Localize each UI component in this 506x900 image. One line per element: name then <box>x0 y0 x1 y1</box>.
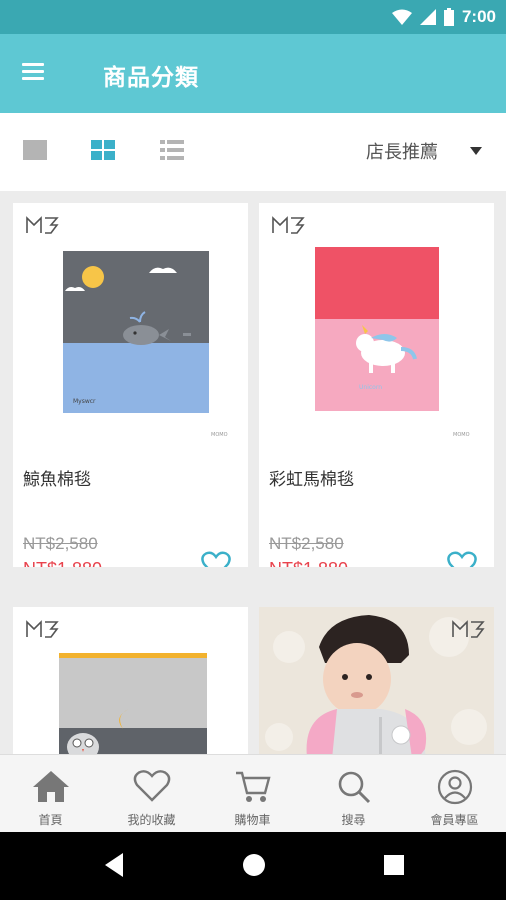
product-card[interactable] <box>259 607 494 754</box>
product-name: 彩虹馬棉毯 <box>269 470 354 490</box>
favorite-button[interactable] <box>201 551 231 567</box>
nav-search[interactable]: 搜尋 <box>303 755 404 833</box>
signal-icon <box>419 9 436 25</box>
heart-icon <box>133 770 170 802</box>
system-navigation-bar <box>0 832 506 900</box>
product-card[interactable]: Myswcr MOMO 鯨魚棉毯 NT$2,580 NT$1,880 <box>13 203 248 567</box>
battery-icon <box>443 8 454 26</box>
brand-logo-icon <box>452 620 485 638</box>
list-view-button[interactable] <box>160 140 186 164</box>
nav-home[interactable]: 首頁 <box>0 755 101 833</box>
product-original-price: NT$2,580 <box>23 534 98 553</box>
nav-label: 購物車 <box>234 813 271 827</box>
recents-icon[interactable] <box>383 852 405 878</box>
menu-icon-line <box>22 77 44 80</box>
page-title: 商品分類 <box>103 65 199 91</box>
svg-text:Myswcr: Myswcr <box>73 398 96 405</box>
svg-text:Unicorn: Unicorn <box>359 384 382 391</box>
menu-icon-line <box>22 63 44 66</box>
product-name: 鯨魚棉毯 <box>23 470 91 490</box>
heart-icon <box>447 551 477 567</box>
sort-label: 店長推薦 <box>366 142 438 163</box>
status-icons: 7:00 <box>391 7 496 27</box>
nav-label: 搜尋 <box>341 813 366 827</box>
grid-view-icon <box>91 140 115 160</box>
app-bar: 商品分類 <box>0 34 506 113</box>
menu-button[interactable] <box>22 60 58 88</box>
brand-logo-icon <box>272 216 305 234</box>
status-bar: 7:00 <box>0 0 506 34</box>
single-view-icon <box>23 140 47 160</box>
view-toolbar: 店長推薦 <box>0 113 506 191</box>
product-sale-price: NT$1,880 <box>269 559 348 567</box>
menu-icon-line <box>22 70 44 73</box>
product-original-price: NT$2,580 <box>269 534 344 553</box>
product-card[interactable]: Unicorn MOMO 彩虹馬棉毯 NT$2,580 NT$1,880 <box>259 203 494 567</box>
nav-cart[interactable]: 購物車 <box>202 755 303 833</box>
nav-label: 我的收藏 <box>127 813 176 827</box>
svg-text:MOMO: MOMO <box>453 432 470 438</box>
home-icon <box>32 771 69 802</box>
product-card[interactable] <box>13 607 248 754</box>
heart-icon <box>201 551 231 567</box>
product-image-whale-blanket: Myswcr MOMO <box>13 203 248 446</box>
list-view-icon <box>160 140 184 160</box>
product-grid: Myswcr MOMO 鯨魚棉毯 NT$2,580 NT$1,880 U <box>0 191 506 754</box>
single-view-button[interactable] <box>23 140 49 164</box>
status-time: 7:00 <box>461 7 496 26</box>
product-sale-price: NT$1,880 <box>23 559 102 567</box>
wifi-icon <box>391 9 412 25</box>
product-image-unicorn-blanket: Unicorn MOMO <box>259 203 494 446</box>
user-icon <box>437 769 472 805</box>
cart-icon <box>235 771 271 802</box>
search-icon <box>338 771 370 804</box>
nav-favorites[interactable]: 我的收藏 <box>101 755 202 833</box>
brand-logo-icon <box>26 620 59 638</box>
bottom-navigation: 首頁 我的收藏 購物車 搜尋 會員專區 <box>0 754 506 832</box>
brand-logo-icon <box>26 216 59 234</box>
favorite-button[interactable] <box>447 551 477 567</box>
nav-label: 首頁 <box>38 813 63 827</box>
back-icon[interactable] <box>103 852 125 878</box>
sort-dropdown[interactable]: 店長推薦 <box>366 138 482 164</box>
nav-member[interactable]: 會員專區 <box>404 755 505 833</box>
svg-text:MOMO: MOMO <box>211 432 228 438</box>
caret-down-icon <box>470 147 482 155</box>
home-circle-icon[interactable] <box>242 852 266 878</box>
nav-label: 會員專區 <box>430 813 479 827</box>
grid-view-button[interactable] <box>91 140 117 164</box>
